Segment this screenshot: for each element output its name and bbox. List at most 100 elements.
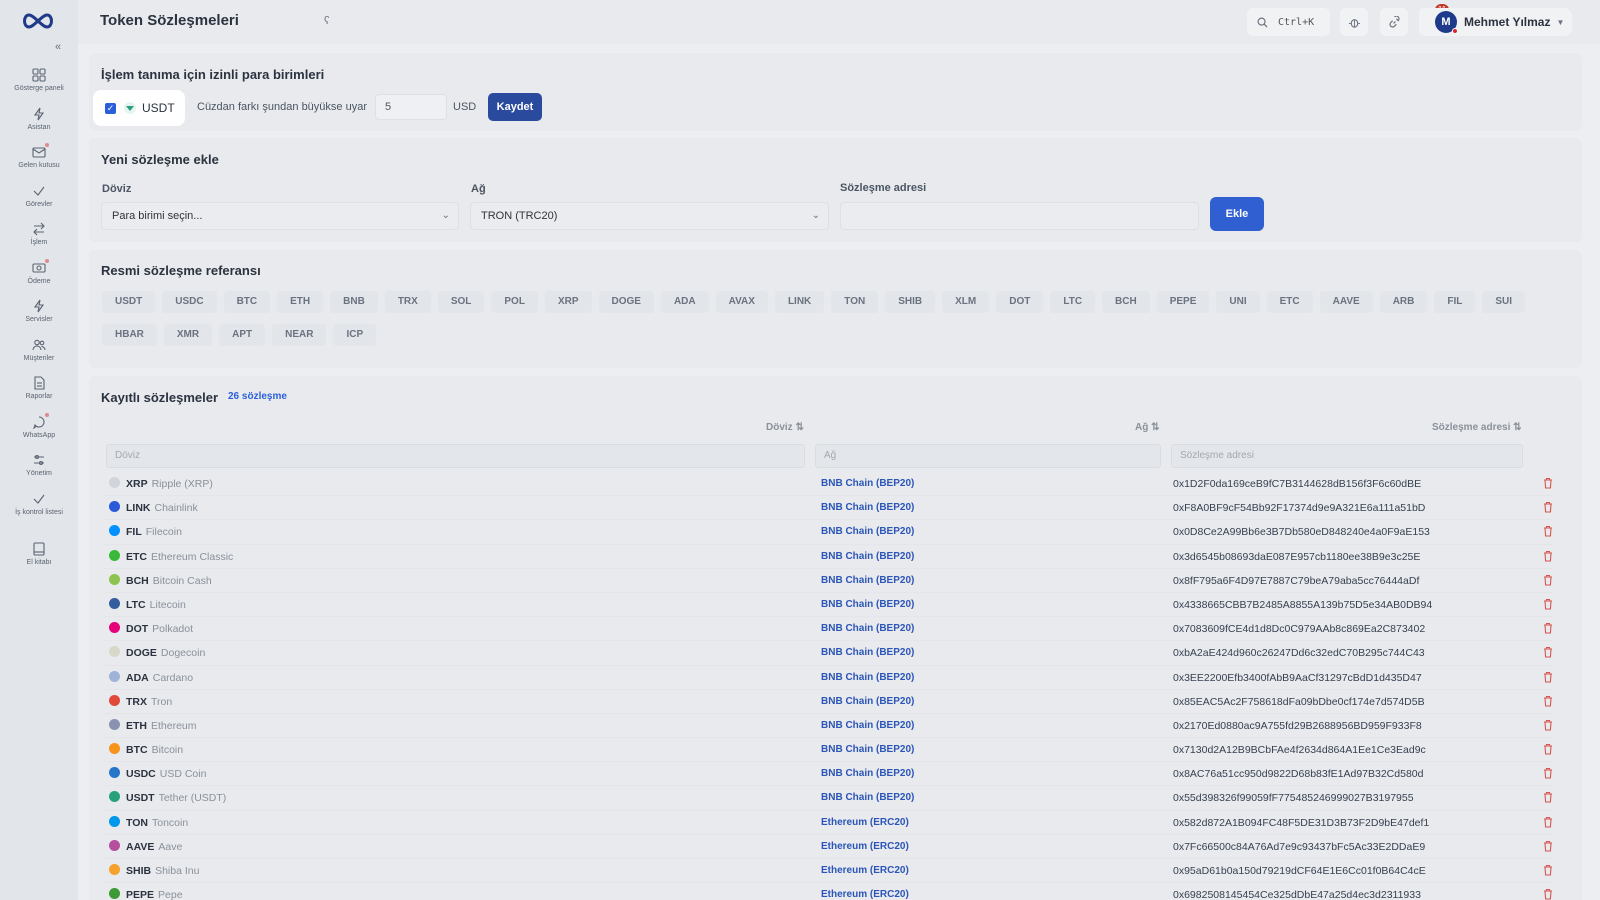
sidebar-item[interactable]: Yönetim: [4, 449, 74, 488]
ticker-chip[interactable]: BTC: [223, 291, 271, 313]
network-link[interactable]: BNB Chain (BEP20): [821, 526, 914, 537]
ticker-chip[interactable]: FIL: [1434, 291, 1476, 313]
address-filter-input[interactable]: Sözleşme adresi: [1171, 444, 1523, 468]
sidebar-item[interactable]: Asistan: [4, 103, 74, 142]
sidebar-item[interactable]: Ödeme: [4, 257, 74, 296]
ticker-chip[interactable]: XRP: [544, 291, 592, 313]
sidebar-item[interactable]: Müşteriler: [4, 334, 74, 373]
trash-icon[interactable]: [1543, 840, 1553, 852]
ticker-chip[interactable]: ETH: [277, 291, 324, 313]
column-header-currency[interactable]: Döviz ⇅: [766, 422, 804, 433]
currency-chip-usdt[interactable]: ✓ USDT: [93, 90, 185, 126]
trash-icon[interactable]: [1543, 695, 1553, 707]
currency-filter-input[interactable]: Döviz: [106, 444, 805, 468]
sidebar-item[interactable]: Raporlar: [4, 372, 74, 411]
add-button[interactable]: Ekle: [1210, 197, 1264, 231]
network-link[interactable]: BNB Chain (BEP20): [821, 792, 914, 803]
ticker-chip[interactable]: ARB: [1379, 291, 1428, 313]
network-link[interactable]: BNB Chain (BEP20): [821, 599, 914, 610]
currency-select[interactable]: Para birimi seçin... ⌄: [101, 202, 459, 230]
sidebar-item[interactable]: İşlem: [4, 218, 74, 257]
sidebar-collapse-button[interactable]: «: [51, 40, 65, 54]
ticker-chip[interactable]: LTC: [1050, 291, 1096, 313]
contract-address-input[interactable]: [840, 202, 1199, 230]
search-button[interactable]: Ctrl+K: [1247, 8, 1330, 36]
ticker-chip[interactable]: PEPE: [1156, 291, 1210, 313]
sidebar-item[interactable]: Gelen kutusu: [4, 141, 74, 180]
ticker-chip[interactable]: DOT: [996, 291, 1044, 313]
column-header-network[interactable]: Ağ ⇅: [1135, 422, 1160, 433]
ticker-chip[interactable]: USDC: [162, 291, 217, 313]
ticker-chip[interactable]: BNB: [330, 291, 378, 313]
ticker-chip[interactable]: POL: [491, 291, 538, 313]
trash-icon[interactable]: [1543, 501, 1553, 513]
column-header-address[interactable]: Sözleşme adresi ⇅: [1432, 422, 1522, 433]
trash-icon[interactable]: [1543, 791, 1553, 803]
ticker-chip[interactable]: TON: [831, 291, 879, 313]
ticker-chip[interactable]: USDT: [102, 291, 156, 313]
network-link[interactable]: BNB Chain (BEP20): [821, 623, 914, 634]
network-link[interactable]: Ethereum (ERC20): [821, 889, 909, 900]
network-link[interactable]: Ethereum (ERC20): [821, 817, 909, 828]
ticker-chip[interactable]: DOGE: [598, 291, 654, 313]
ticker-chip[interactable]: NEAR: [272, 324, 327, 346]
ticker-chip[interactable]: SHIB: [885, 291, 936, 313]
network-link[interactable]: BNB Chain (BEP20): [821, 720, 914, 731]
trash-icon[interactable]: [1543, 719, 1553, 731]
trash-icon[interactable]: [1543, 477, 1553, 489]
sidebar-item[interactable]: Servisler: [4, 295, 74, 334]
trash-icon[interactable]: [1543, 646, 1553, 658]
trash-icon[interactable]: [1543, 671, 1553, 683]
ticker-chip[interactable]: ADA: [660, 291, 709, 313]
network-link[interactable]: BNB Chain (BEP20): [821, 696, 914, 707]
ticker-chip[interactable]: TRX: [384, 291, 431, 313]
ticker-chip[interactable]: BCH: [1102, 291, 1150, 313]
ticker-chip[interactable]: AVAX: [715, 291, 768, 313]
sidebar-item[interactable]: Görevler: [4, 180, 74, 219]
save-button[interactable]: Kaydet: [488, 93, 542, 121]
bug-report-button[interactable]: [1340, 8, 1368, 36]
network-link[interactable]: BNB Chain (BEP20): [821, 551, 914, 562]
network-link[interactable]: BNB Chain (BEP20): [821, 744, 914, 755]
ticker-chip[interactable]: ETC: [1266, 291, 1313, 313]
ticker-chip[interactable]: AAVE: [1319, 291, 1373, 313]
ticker-chip[interactable]: APT: [219, 324, 266, 346]
network-link[interactable]: BNB Chain (BEP20): [821, 672, 914, 683]
ticker-chip[interactable]: HBAR: [102, 324, 157, 346]
ticker-chip[interactable]: SUI: [1482, 291, 1526, 313]
network-link[interactable]: BNB Chain (BEP20): [821, 647, 914, 658]
trash-icon[interactable]: [1543, 598, 1553, 610]
ticker-chip[interactable]: XLM: [942, 291, 990, 313]
trash-icon[interactable]: [1543, 525, 1553, 537]
network-link[interactable]: BNB Chain (BEP20): [821, 478, 914, 489]
ticker-chip[interactable]: ICP: [333, 324, 377, 346]
ticker-chip[interactable]: XMR: [163, 324, 213, 346]
network-link[interactable]: BNB Chain (BEP20): [821, 502, 914, 513]
sidebar-item[interactable]: WhatsApp: [4, 411, 74, 450]
network-link[interactable]: BNB Chain (BEP20): [821, 768, 914, 779]
trash-icon[interactable]: [1543, 574, 1553, 586]
wallet-diff-input[interactable]: 5: [375, 94, 447, 120]
network-filter-input[interactable]: Ağ: [815, 444, 1161, 468]
title-info-icon[interactable]: ʕ: [324, 15, 330, 27]
sidebar-item[interactable]: Gösterge paneli: [4, 64, 74, 103]
sidebar-item[interactable]: İş kontrol listesi: [4, 488, 74, 527]
trash-icon[interactable]: [1543, 864, 1553, 876]
trash-icon[interactable]: [1543, 888, 1553, 900]
ticker-chip[interactable]: SOL: [437, 291, 485, 313]
ticker-chip[interactable]: LINK: [774, 291, 825, 313]
network-link[interactable]: Ethereum (ERC20): [821, 865, 909, 876]
trash-icon[interactable]: [1543, 622, 1553, 634]
sidebar-item[interactable]: El kitabı: [4, 538, 74, 577]
trash-icon[interactable]: [1543, 550, 1553, 562]
link-button[interactable]: [1380, 8, 1408, 36]
user-menu[interactable]: M Mehmet Yılmaz ▼: [1425, 8, 1572, 36]
trash-icon[interactable]: [1543, 767, 1553, 779]
network-select[interactable]: TRON (TRC20) ⌄: [470, 202, 829, 230]
usdt-checkbox[interactable]: ✓: [105, 102, 116, 114]
network-link[interactable]: Ethereum (ERC20): [821, 841, 909, 852]
trash-icon[interactable]: [1543, 743, 1553, 755]
network-link[interactable]: BNB Chain (BEP20): [821, 575, 914, 586]
ticker-chip[interactable]: UNI: [1216, 291, 1260, 313]
trash-icon[interactable]: [1543, 816, 1553, 828]
